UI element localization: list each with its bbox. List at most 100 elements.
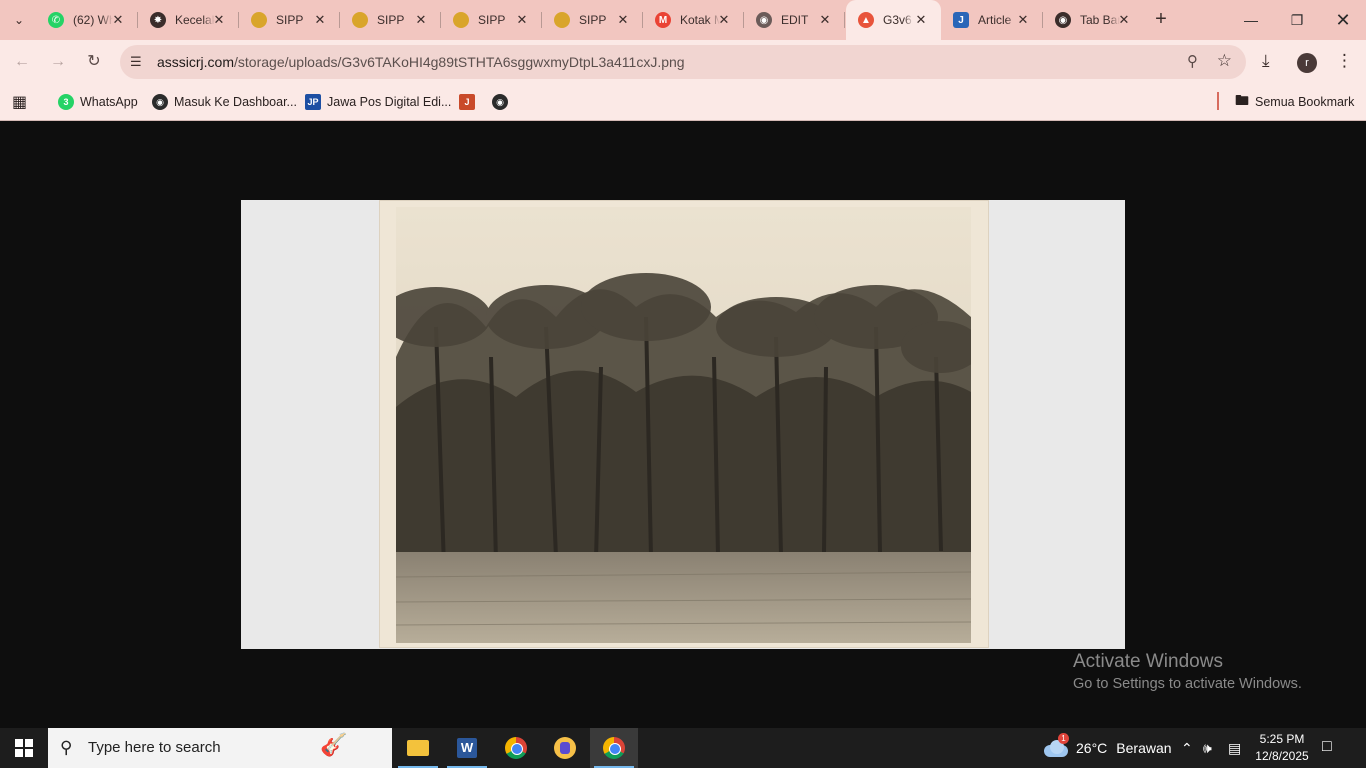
close-icon[interactable]: ✕ [1116,12,1132,28]
tab-title: SIPP [579,13,607,27]
bookmarks-divider [1217,92,1219,110]
whatsapp-icon: 3 [58,94,74,110]
tab-g3v6-active[interactable]: ▲ G3v6 ✕ [846,0,941,40]
folder-icon: 🖿 [1235,92,1249,108]
show-hidden-icons-button[interactable]: ⌃ [1181,728,1193,768]
globe-icon: ◉ [756,12,772,28]
minimize-button[interactable]: — [1228,0,1274,40]
reload-button[interactable]: ↻ [83,51,105,73]
clock-date: 12/8/2025 [1255,749,1309,763]
windows-taskbar: ⚲ Type here to search 🎸 W 1 26°C Berawan [0,728,1366,768]
tab-strip: ⌄ ✆ (62) WhatsApp ✕ ✸ Kecelakaan ✕ SIPP … [0,0,1366,40]
back-button[interactable]: ← [11,51,33,73]
close-icon[interactable]: ✕ [312,12,328,28]
profile-avatar[interactable]: r [1297,53,1317,73]
bookmarks-bar: ▦ 3 WhatsApp ◉ Masuk Ke Dashboar... JP J… [0,84,1366,120]
site-info-icon[interactable]: ☰ [130,54,146,70]
palm-plantation-photo [396,207,971,643]
bookmark-jdih[interactable]: J [459,91,481,113]
clock-time: 5:25 PM [1259,732,1305,746]
close-icon[interactable]: ✕ [211,12,227,28]
gmail-icon: M [655,12,671,28]
tab-title: (62) WhatsApp [73,13,113,27]
bookmark-whatsapp[interactable]: 3 WhatsApp [58,91,138,113]
menu-icon[interactable]: ⋮ [1336,51,1353,71]
activate-windows-title: Activate Windows [1073,651,1223,672]
sipp-icon [251,12,267,28]
volume-icon[interactable]: 🕪 [1203,728,1212,768]
zoom-icon[interactable]: ⚲ [1187,52,1198,70]
browser-toolbar: ← → ↻ ☰ asssicrj.com/storage/uploads/G3v… [0,40,1366,84]
chrome-divider [0,120,1366,121]
notification-icon[interactable]: □ [1322,738,1332,756]
tab-new[interactable]: ◉ Tab Baru ✕ [1043,0,1144,40]
tab-sipp-1[interactable]: SIPP ✕ [239,0,340,40]
tab-sipp-3[interactable]: SIPP ✕ [441,0,542,40]
bookmark-dashboard[interactable]: ◉ Masuk Ke Dashboar... [152,91,297,113]
all-bookmarks-button[interactable]: 🖿 Semua Bookmark [1235,91,1354,113]
bookmark-jawapos[interactable]: JP Jawa Pos Digital Edi... [305,91,451,113]
start-button[interactable] [0,728,48,768]
close-icon[interactable]: ✕ [817,12,833,28]
close-icon[interactable]: ✕ [413,12,429,28]
apps-grid-icon[interactable]: ▦ [12,91,27,113]
weather-widget[interactable]: 1 26°C Berawan [1042,728,1172,768]
photo-card [380,201,988,647]
download-icon[interactable]: ⤓ [1262,51,1270,71]
sipp-icon [554,12,570,28]
close-icon[interactable]: ✕ [1015,12,1031,28]
tab-gmail[interactable]: M Kotak Masuk ✕ [643,0,744,40]
tab-kecelakaan[interactable]: ✸ Kecelakaan ✕ [138,0,239,40]
system-clock[interactable]: 5:25 PM 12/8/2025 [1250,731,1314,765]
tab-title: G3v6 [883,13,912,27]
word-button[interactable]: W [443,728,491,768]
bookmark-globe[interactable]: ◉ [492,91,514,113]
address-bar[interactable]: ☰ asssicrj.com/storage/uploads/G3v6TAKoH… [120,45,1246,79]
tab-title: Tab Baru [1080,13,1120,27]
restore-button[interactable]: ❐ [1274,0,1320,40]
network-icon[interactable]: ▤ [1228,728,1241,768]
folder-icon [407,740,429,756]
shield-app-icon [554,737,576,759]
displayed-image[interactable] [241,200,1125,649]
vpn-app-button[interactable] [541,728,589,768]
close-icon[interactable]: ✕ [110,12,126,28]
tab-sipp-2[interactable]: SIPP ✕ [340,0,441,40]
close-icon[interactable]: ✕ [913,12,929,28]
tab-title: Article [978,13,1012,27]
openai-icon: ✸ [150,12,166,28]
fire-icon: ▲ [858,12,874,28]
jawapos-icon: JP [305,94,321,110]
file-explorer-button[interactable] [394,728,442,768]
tab-article[interactable]: J Article ✕ [941,0,1043,40]
search-placeholder: Type here to search [88,739,221,756]
chrome-icon: ◉ [1055,12,1071,28]
chrome-button[interactable] [492,728,540,768]
sipp-icon [352,12,368,28]
url-text[interactable]: asssicrj.com/storage/uploads/G3v6TAKoHI4… [157,54,685,70]
new-tab-button[interactable]: + [1150,8,1172,32]
tab-title: SIPP [377,13,405,27]
close-icon[interactable]: ✕ [615,12,631,28]
bookmark-label: Jawa Pos Digital Edi... [327,95,452,109]
forward-button[interactable]: → [47,51,69,73]
search-highlight-icon: 🎸 [320,732,348,757]
close-window-button[interactable]: ✕ [1320,0,1366,40]
windows-logo-icon [15,739,33,757]
bookmark-label: Masuk Ke Dashboar... [174,95,297,109]
close-icon[interactable]: ✕ [514,12,530,28]
word-icon: W [457,738,477,758]
tab-title: EDIT [781,13,809,27]
tab-search-button[interactable]: ⌄ [6,8,32,32]
search-icon: ⚲ [60,738,73,757]
tab-title: SIPP [276,13,304,27]
tab-edit[interactable]: ◉ EDIT ✕ [744,0,845,40]
close-icon[interactable]: ✕ [716,12,732,28]
taskbar-search[interactable]: ⚲ Type here to search 🎸 [48,728,392,768]
bookmark-star-icon[interactable]: ☆ [1217,51,1232,71]
chrome-active-button[interactable] [590,728,638,768]
tab-whatsapp[interactable]: ✆ (62) WhatsApp ✕ [36,0,138,40]
chrome-icon [505,737,527,759]
globe-icon: ◉ [492,94,508,110]
tab-sipp-4[interactable]: SIPP ✕ [542,0,643,40]
